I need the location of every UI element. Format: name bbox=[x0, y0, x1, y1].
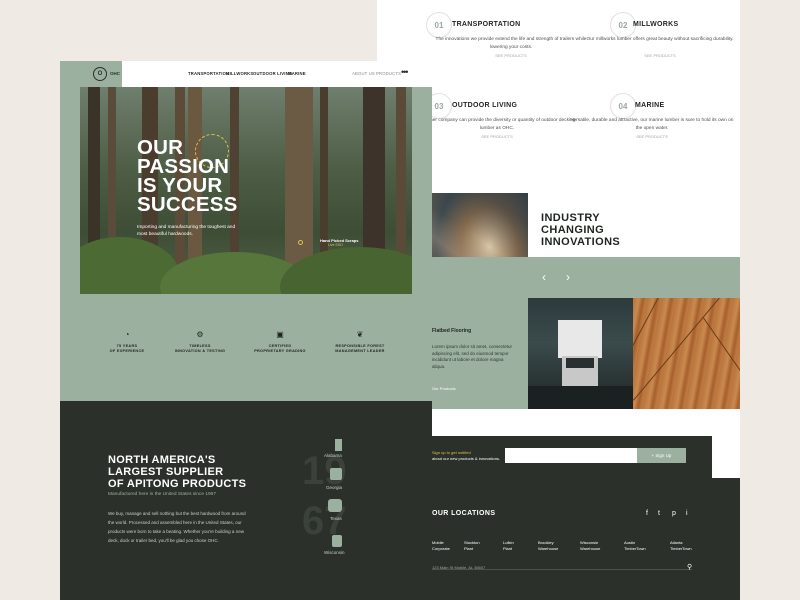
location-atlanta[interactable]: Atlanta TimberTown bbox=[670, 540, 692, 551]
leaf-icon: ❦ bbox=[356, 330, 364, 339]
feature-label: TIMELESS INNOVATION & TESTING bbox=[174, 344, 226, 353]
nav-item-marine[interactable]: MARINE bbox=[288, 71, 306, 76]
about-section: 19 67 Alabama Georgia Texas Wisconsin bbox=[60, 401, 432, 600]
about-title: NORTH AMERICA'S LARGEST SUPPLIER OF APIT… bbox=[108, 454, 247, 490]
hero-image: OUR PASSION IS YOUR SUCCESS Importing an… bbox=[80, 87, 412, 294]
more-menu-icon[interactable]: ••• bbox=[401, 67, 409, 77]
location-stockton[interactable]: Stockton Plant bbox=[464, 540, 480, 551]
our-products-link[interactable]: Our Products bbox=[432, 386, 456, 391]
locations-title: OUR LOCATIONS bbox=[432, 510, 496, 517]
georgia-shape bbox=[330, 468, 342, 480]
see-products-link[interactable]: SEE PRODUCTS bbox=[426, 53, 596, 58]
sign-up-button[interactable]: + Sign Up bbox=[637, 448, 686, 463]
service-description: The innovations we provide extend the li… bbox=[435, 37, 587, 50]
footer-address: 123 Main St Mobile, AL 36607 bbox=[432, 565, 486, 570]
service-title: MILLWORKS bbox=[633, 21, 679, 28]
hotspot-icon[interactable] bbox=[298, 240, 303, 245]
alabama-shape bbox=[335, 439, 342, 451]
service-description: No other company can provide the diversi… bbox=[418, 118, 576, 131]
footer bbox=[432, 478, 740, 600]
grading-icon: ▣ bbox=[276, 330, 284, 339]
see-products-link[interactable]: SEE PRODUCTS bbox=[412, 134, 582, 139]
hero-title: OUR PASSION IS YOUR SUCCESS bbox=[137, 136, 238, 216]
newsletter-email-input[interactable] bbox=[505, 448, 637, 463]
about-body: We buy, manage and sell nothing but the … bbox=[108, 511, 246, 543]
nav-item-transportation[interactable]: TRANSPORTATION bbox=[188, 71, 229, 76]
innovation-icon: ⚙ bbox=[196, 330, 204, 339]
service-number: 01 bbox=[426, 12, 452, 38]
state-label-georgia: Georgia bbox=[326, 485, 343, 490]
prev-arrow-icon[interactable]: ‹ bbox=[542, 270, 546, 284]
feature-label: 75 YEARS OF EXPERIENCE bbox=[109, 344, 145, 353]
texas-shape bbox=[328, 499, 342, 512]
logo-text[interactable]: OHC bbox=[110, 71, 120, 76]
state-label-wisconsin: Wisconsin bbox=[324, 550, 345, 555]
nav-item-outdoor-living[interactable]: OUTDOOR LIVING bbox=[253, 71, 292, 76]
hero-subtitle: Importing and manufacturing the toughest… bbox=[137, 225, 236, 237]
innovations-title: INDUSTRY CHANGING INNOVATIONS bbox=[541, 212, 621, 248]
feature-experience: ◔ 75 YEARS OF EXPERIENCE bbox=[92, 330, 162, 354]
feature-label: RESPONSIBLE FOREST MANAGEMENT LEADER bbox=[335, 344, 385, 353]
feature-forest: ❦ RESPONSIBLE FOREST MANAGEMENT LEADER bbox=[325, 330, 395, 354]
about-subtitle: Manufactured here in the United States s… bbox=[108, 492, 216, 497]
newsletter-text: Sign up to get notified about our new pr… bbox=[432, 450, 501, 461]
location-wisconsin[interactable]: Wisconsin Warehouse bbox=[580, 540, 600, 551]
pinterest-icon[interactable]: p bbox=[672, 510, 676, 517]
location-lufkin[interactable]: Lufkin Plant bbox=[503, 540, 514, 551]
truck-image bbox=[528, 298, 633, 409]
nav-item-products[interactable]: PRODUCTS bbox=[376, 71, 401, 76]
instagram-icon[interactable]: i bbox=[686, 510, 688, 517]
feature-innovation: ⚙ TIMELESS INNOVATION & TESTING bbox=[165, 330, 235, 354]
front-page: O OHC TRANSPORTATION MILLWORKS OUTDOOR L… bbox=[60, 61, 432, 600]
innovation-card-title: Flatbed Flooring bbox=[432, 328, 472, 334]
innovation-card-description: Lorem ipsum dolor sit amet, consectetur … bbox=[432, 344, 513, 369]
service-description: Versatile, durable and attractive, our m… bbox=[570, 118, 734, 131]
map-pin-icon[interactable]: ⚲ bbox=[687, 563, 692, 571]
state-label-alabama: Alabama bbox=[324, 453, 342, 458]
feature-label: CERTIFIED PROPRIETARY GRADING bbox=[254, 344, 306, 353]
service-description: Our millworks lumber offers great beauty… bbox=[586, 37, 734, 42]
state-label-texas: Texas bbox=[330, 516, 342, 521]
facebook-icon[interactable]: f bbox=[646, 510, 648, 517]
location-brookley[interactable]: Brookley Warehouse bbox=[538, 540, 558, 551]
twitter-icon[interactable]: t bbox=[658, 510, 660, 517]
service-title: TRANSPORTATION bbox=[452, 21, 521, 28]
service-title: OUTDOOR LIVING bbox=[452, 102, 518, 109]
nav-item-about-us[interactable]: ABOUT US bbox=[352, 71, 375, 76]
location-mobile[interactable]: Mobile Corporate bbox=[432, 540, 450, 551]
clock-icon: ◔ bbox=[124, 330, 130, 339]
see-products-link[interactable]: SEE PRODUCTS bbox=[567, 134, 737, 139]
wisconsin-shape bbox=[332, 535, 342, 547]
top-nav: O OHC TRANSPORTATION MILLWORKS OUTDOOR L… bbox=[60, 61, 432, 87]
service-title: MARINE bbox=[635, 102, 665, 109]
next-arrow-icon[interactable]: › bbox=[566, 270, 570, 284]
nav-item-millworks[interactable]: MILLWORKS bbox=[226, 71, 253, 76]
logo-icon[interactable]: O bbox=[93, 67, 107, 81]
feature-grading: ▣ CERTIFIED PROPRIETARY GRADING bbox=[245, 330, 315, 354]
location-austin[interactable]: Austin TimberTown bbox=[624, 540, 646, 551]
service-number: 04 bbox=[610, 93, 636, 119]
flooring-image bbox=[633, 298, 740, 409]
hotspot-sublabel: Live SSO bbox=[328, 243, 343, 247]
see-products-link[interactable]: SEE PRODUCTS bbox=[575, 53, 745, 58]
